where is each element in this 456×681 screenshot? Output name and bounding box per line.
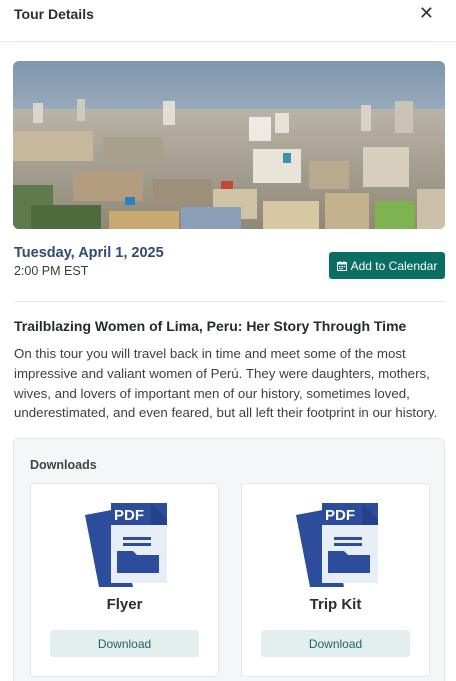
download-card-trip-kit: PDF Trip Kit Download bbox=[241, 483, 430, 677]
close-icon[interactable]: ✕ bbox=[419, 4, 434, 22]
downloads-panel: Downloads PDF Flyer Download PDF Trip Ki… bbox=[13, 438, 445, 681]
add-to-calendar-button[interactable]: Add to Calendar bbox=[329, 252, 445, 279]
section-divider bbox=[14, 301, 445, 302]
add-to-calendar-label: Add to Calendar bbox=[350, 258, 438, 273]
downloads-heading: Downloads bbox=[30, 458, 97, 472]
tour-hero-image bbox=[13, 61, 445, 229]
download-card-label: Flyer bbox=[106, 596, 143, 613]
calendar-icon bbox=[336, 260, 347, 271]
tour-description: On this tour you will travel back in tim… bbox=[14, 346, 438, 421]
download-card-flyer: PDF Flyer Download bbox=[30, 483, 219, 677]
download-trip-kit-button[interactable]: Download bbox=[261, 630, 410, 657]
modal-header: Tour Details ✕ bbox=[0, 0, 456, 42]
download-flyer-button[interactable]: Download bbox=[50, 630, 199, 657]
tour-time: 2:00 PM EST bbox=[14, 264, 89, 278]
svg-text:PDF: PDF bbox=[114, 507, 144, 524]
pdf-file-icon: PDF bbox=[85, 503, 167, 587]
pdf-file-icon: PDF bbox=[296, 503, 378, 587]
svg-text:PDF: PDF bbox=[325, 507, 355, 524]
tour-date: Tuesday, April 1, 2025 bbox=[14, 245, 164, 261]
download-card-label: Trip Kit bbox=[309, 596, 362, 613]
tour-title: Trailblazing Women of Lima, Peru: Her St… bbox=[14, 318, 407, 334]
modal-title: Tour Details bbox=[14, 6, 94, 22]
